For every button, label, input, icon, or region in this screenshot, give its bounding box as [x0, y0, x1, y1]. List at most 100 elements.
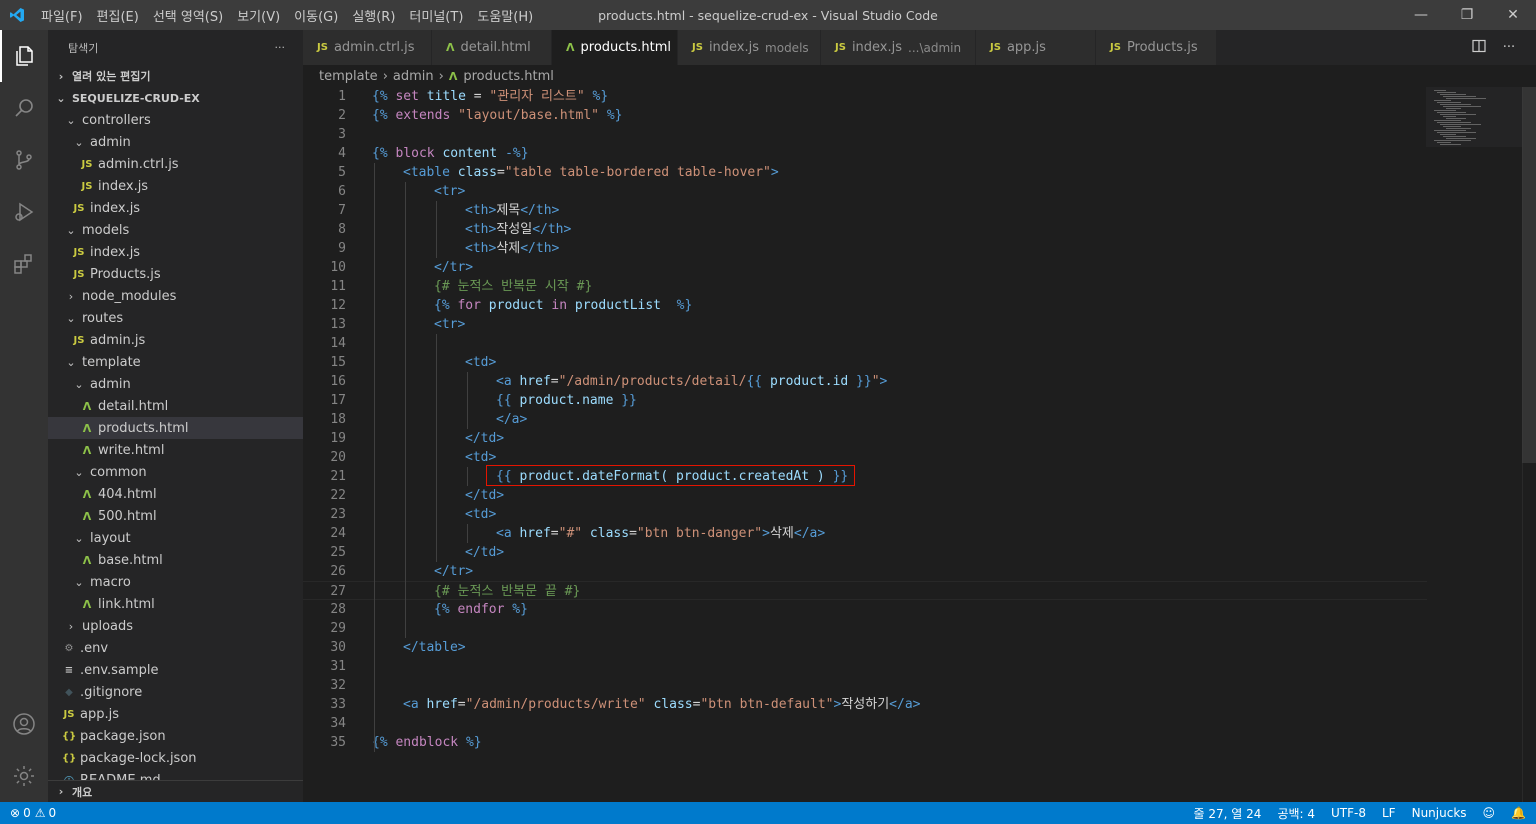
close-window-icon[interactable]: ✕: [1490, 0, 1536, 30]
code-line[interactable]: 27 {# 눈적스 반복문 끝 #}: [303, 581, 1427, 600]
code-line[interactable]: 22 </td>: [303, 486, 1427, 505]
code-line[interactable]: 12 {% for product in productList %}: [303, 296, 1427, 315]
tree-item[interactable]: {} package-lock.json: [48, 747, 303, 769]
tab[interactable]: Λproducts.html✕: [552, 30, 690, 65]
encoding[interactable]: UTF-8: [1331, 806, 1366, 820]
code-line[interactable]: 29: [303, 619, 1427, 638]
tree-item[interactable]: ◆ .gitignore: [48, 681, 303, 703]
code-line[interactable]: 32: [303, 676, 1427, 695]
code-line[interactable]: 9 <th>삭제</th>: [303, 239, 1427, 258]
tree-item[interactable]: Λproducts.html: [48, 417, 303, 439]
tree-item[interactable]: Λwrite.html: [48, 439, 303, 461]
tree-item[interactable]: Λ 500.html: [48, 505, 303, 527]
problems-indicator[interactable]: ⊗ 0 ⚠ 0: [0, 806, 56, 820]
tree-item[interactable]: ⌄ template: [48, 351, 303, 373]
breadcrumb-item[interactable]: products.html: [463, 69, 554, 84]
account-icon[interactable]: [0, 698, 48, 750]
code-line[interactable]: 19 </td>: [303, 429, 1427, 448]
tree-item[interactable]: Λbase.html: [48, 549, 303, 571]
breadcrumb-item[interactable]: admin: [393, 69, 434, 84]
code-line[interactable]: 7 <th>제목</th>: [303, 201, 1427, 220]
tree-item[interactable]: JS Products.js: [48, 263, 303, 285]
tab[interactable]: JS index.js models: [678, 30, 821, 65]
code-line[interactable]: 34: [303, 714, 1427, 733]
code-line[interactable]: 16 <a href="/admin/products/detail/{{ pro…: [303, 372, 1427, 391]
tree-item[interactable]: ⚙ .env: [48, 637, 303, 659]
outline-section[interactable]: › 개요: [48, 780, 303, 802]
menu-item[interactable]: 이동(G): [287, 6, 345, 25]
tree-item[interactable]: JS admin.ctrl.js: [48, 153, 303, 175]
tree-item[interactable]: JS index.js: [48, 241, 303, 263]
tree-item[interactable]: JS app.js: [48, 703, 303, 725]
code-editor[interactable]: 1 {% set title = "관리자 리스트" %} 2 {% extends …: [303, 87, 1536, 802]
code-line[interactable]: 8 <th>작성일</th>: [303, 220, 1427, 239]
restore-icon[interactable]: ❐: [1444, 0, 1490, 30]
tree-item[interactable]: › uploads: [48, 615, 303, 637]
settings-gear-icon[interactable]: [0, 750, 48, 802]
code-line[interactable]: 5 <table class="table table-bordered tabl…: [303, 163, 1427, 182]
tree-item[interactable]: Λlink.html: [48, 593, 303, 615]
tree-item[interactable]: JS admin.js: [48, 329, 303, 351]
project-section[interactable]: ⌄ SEQUELIZE-CRUD-EX: [48, 87, 303, 109]
tree-item[interactable]: ⌄ macro: [48, 571, 303, 593]
tree-item[interactable]: ⌄ routes: [48, 307, 303, 329]
code-line[interactable]: 2 {% extends "layout/base.html" %}: [303, 106, 1427, 125]
scrollbar-thumb[interactable]: [1522, 87, 1536, 463]
code-line[interactable]: 4 {% block content -%}: [303, 144, 1427, 163]
code-line[interactable]: 3: [303, 125, 1427, 144]
tree-item[interactable]: Λ 404.html: [48, 483, 303, 505]
code-line[interactable]: 33 <a href="/admin/products/write" class=…: [303, 695, 1427, 714]
code-line[interactable]: 26 </tr>: [303, 562, 1427, 581]
indentation[interactable]: 공백: 4: [1277, 805, 1315, 822]
code-line[interactable]: 11 {# 눈적스 반복문 시작 #}: [303, 277, 1427, 296]
tab[interactable]: JS admin.ctrl.js: [303, 30, 432, 65]
tree-item[interactable]: ⌄ models: [48, 219, 303, 241]
menu-item[interactable]: 도움말(H): [470, 6, 540, 25]
vertical-scrollbar[interactable]: [1522, 87, 1536, 802]
explorer-icon[interactable]: [0, 30, 48, 82]
code-line[interactable]: 24 <a href="#" class="btn btn-danger">삭제<…: [303, 524, 1427, 543]
tree-item[interactable]: JS index.js: [48, 175, 303, 197]
minimize-icon[interactable]: —: [1398, 0, 1444, 30]
language-mode[interactable]: Nunjucks: [1412, 806, 1467, 820]
tree-item[interactable]: ⌄ layout: [48, 527, 303, 549]
tree-item[interactable]: ⌄ common: [48, 461, 303, 483]
open-editors-section[interactable]: › 열려 있는 편집기: [48, 65, 303, 87]
run-debug-icon[interactable]: [0, 186, 48, 238]
source-control-icon[interactable]: [0, 134, 48, 186]
tab[interactable]: JS index.js ...\admin: [821, 30, 976, 65]
code-line[interactable]: 14: [303, 334, 1427, 353]
code-line[interactable]: 10 </tr>: [303, 258, 1427, 277]
feedback-icon[interactable]: ☺: [1483, 806, 1496, 820]
cursor-position[interactable]: 줄 27, 열 24: [1194, 805, 1262, 822]
minimap[interactable]: [1426, 87, 1522, 147]
code-line[interactable]: 31: [303, 657, 1427, 676]
tree-item[interactable]: ⌄ admin: [48, 373, 303, 395]
tree-item[interactable]: JS index.js: [48, 197, 303, 219]
extensions-icon[interactable]: [0, 238, 48, 290]
code-line[interactable]: 13 <tr>: [303, 315, 1427, 334]
code-line[interactable]: 18 </a>: [303, 410, 1427, 429]
code-line[interactable]: 15 <td>: [303, 353, 1427, 372]
menu-item[interactable]: 실행(R): [345, 6, 402, 25]
search-icon[interactable]: [0, 82, 48, 134]
more-actions-icon[interactable]: ···: [1494, 40, 1524, 55]
menu-item[interactable]: 선택 영역(S): [146, 6, 230, 25]
breadcrumb-item[interactable]: template: [319, 69, 378, 84]
code-line[interactable]: 20 <td>: [303, 448, 1427, 467]
code-line[interactable]: 17 {{ product.name }}: [303, 391, 1427, 410]
code-line[interactable]: 35 {% endblock %}: [303, 733, 1427, 752]
menu-item[interactable]: 파일(F): [34, 6, 90, 25]
tree-item[interactable]: ⌄ admin: [48, 131, 303, 153]
tab[interactable]: JS app.js: [976, 30, 1096, 65]
code-line[interactable]: 6 <tr>: [303, 182, 1427, 201]
menu-item[interactable]: 보기(V): [230, 6, 287, 25]
split-editor-icon[interactable]: [1464, 38, 1494, 58]
code-line[interactable]: 25 </td>: [303, 543, 1427, 562]
code-line[interactable]: 28 {% endfor %}: [303, 600, 1427, 619]
code-line[interactable]: 21{{ product.dateFormat( product.created…: [303, 467, 1427, 486]
tree-item[interactable]: Λdetail.html: [48, 395, 303, 417]
code-line[interactable]: 30 </table>: [303, 638, 1427, 657]
more-actions-icon[interactable]: ···: [275, 41, 286, 54]
menu-item[interactable]: 편집(E): [90, 6, 146, 25]
